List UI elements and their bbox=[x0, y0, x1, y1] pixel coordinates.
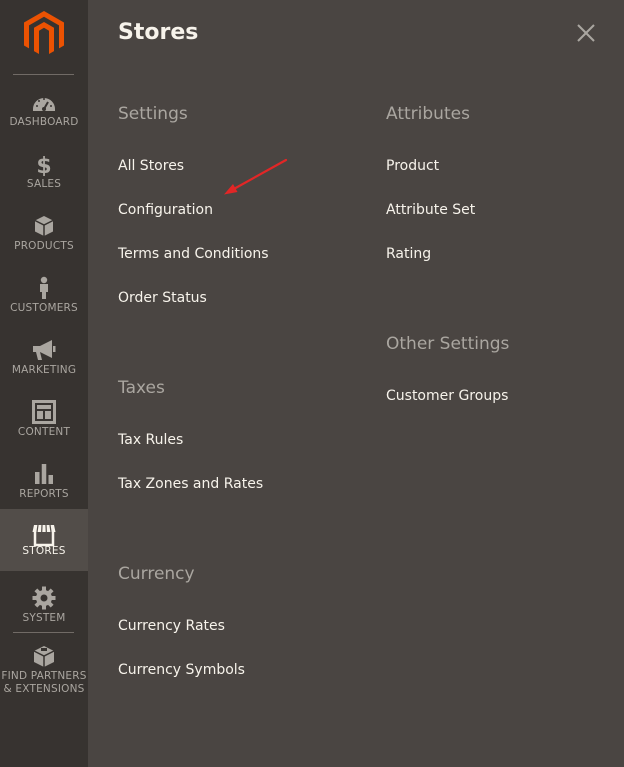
section-title-attributes: Attributes bbox=[386, 104, 470, 124]
nav-label-reports: REPORTS bbox=[19, 488, 69, 500]
nav-item-products[interactable]: PRODUCTS bbox=[0, 212, 88, 274]
nav-label-system: SYSTEM bbox=[22, 612, 66, 624]
link-order-status[interactable]: Order Status bbox=[118, 290, 207, 306]
nav-item-content[interactable]: CONTENT bbox=[0, 398, 88, 460]
sidebar-divider bbox=[13, 632, 74, 633]
bar-chart-icon bbox=[35, 464, 53, 484]
nav-item-sales[interactable]: $ SALES bbox=[0, 150, 88, 212]
megaphone-icon bbox=[33, 340, 56, 360]
section-title-currency: Currency bbox=[118, 564, 195, 584]
nav-label-line: & EXTENSIONS bbox=[3, 683, 85, 695]
link-all-stores[interactable]: All Stores bbox=[118, 158, 184, 174]
page-title: Stores bbox=[118, 20, 199, 45]
admin-sidebar: DASHBOARD $ SALES PRODUCTS CUSTOMERS MAR… bbox=[0, 0, 88, 767]
section-title-taxes: Taxes bbox=[118, 378, 165, 398]
link-customer-groups[interactable]: Customer Groups bbox=[386, 388, 508, 404]
nav-item-find-partners[interactable]: FIND PARTNERS & EXTENSIONS bbox=[0, 645, 88, 701]
section-title-settings: Settings bbox=[118, 104, 188, 124]
svg-text:$: $ bbox=[36, 154, 51, 176]
link-tax-zones-and-rates[interactable]: Tax Zones and Rates bbox=[118, 476, 263, 492]
link-currency-symbols[interactable]: Currency Symbols bbox=[118, 662, 245, 678]
nav-item-customers[interactable]: CUSTOMERS bbox=[0, 274, 88, 336]
link-attribute-set[interactable]: Attribute Set bbox=[386, 202, 475, 218]
nav-label-customers: CUSTOMERS bbox=[10, 302, 78, 314]
magento-logo[interactable] bbox=[24, 11, 64, 55]
link-terms-and-conditions[interactable]: Terms and Conditions bbox=[118, 246, 269, 262]
nav-label-dashboard: DASHBOARD bbox=[9, 116, 79, 128]
dollar-icon: $ bbox=[36, 154, 51, 176]
close-icon[interactable] bbox=[573, 20, 599, 46]
person-icon bbox=[40, 276, 48, 299]
layout-icon bbox=[32, 400, 56, 424]
annotation-arrow bbox=[224, 158, 288, 195]
link-configuration[interactable]: Configuration bbox=[118, 202, 213, 218]
nav-label-marketing: MARKETING bbox=[11, 364, 77, 376]
extensions-icon bbox=[33, 646, 55, 667]
nav-item-system[interactable]: SYSTEM bbox=[0, 584, 88, 646]
section-title-other-settings: Other Settings bbox=[386, 334, 510, 354]
link-currency-rates[interactable]: Currency Rates bbox=[118, 618, 225, 634]
dashboard-icon bbox=[33, 98, 55, 111]
sidebar-divider bbox=[13, 74, 74, 75]
nav-label-find-partners: FIND PARTNERS & EXTENSIONS bbox=[0, 670, 88, 696]
link-rating[interactable]: Rating bbox=[386, 246, 431, 262]
nav-label-line: FIND PARTNERS bbox=[1, 670, 87, 682]
link-product[interactable]: Product bbox=[386, 158, 439, 174]
cube-icon bbox=[34, 216, 54, 236]
nav-label-content: CONTENT bbox=[17, 426, 71, 438]
nav-label-products: PRODUCTS bbox=[14, 240, 74, 252]
storefront-icon bbox=[32, 524, 56, 547]
gear-icon bbox=[32, 586, 56, 610]
nav-label-sales: SALES bbox=[26, 178, 62, 190]
nav-item-dashboard[interactable]: DASHBOARD bbox=[0, 88, 88, 150]
link-tax-rules[interactable]: Tax Rules bbox=[118, 432, 183, 448]
nav-label-stores: STORES bbox=[22, 545, 66, 557]
nav-item-stores[interactable]: STORES bbox=[0, 509, 88, 571]
nav-item-marketing[interactable]: MARKETING bbox=[0, 336, 88, 398]
